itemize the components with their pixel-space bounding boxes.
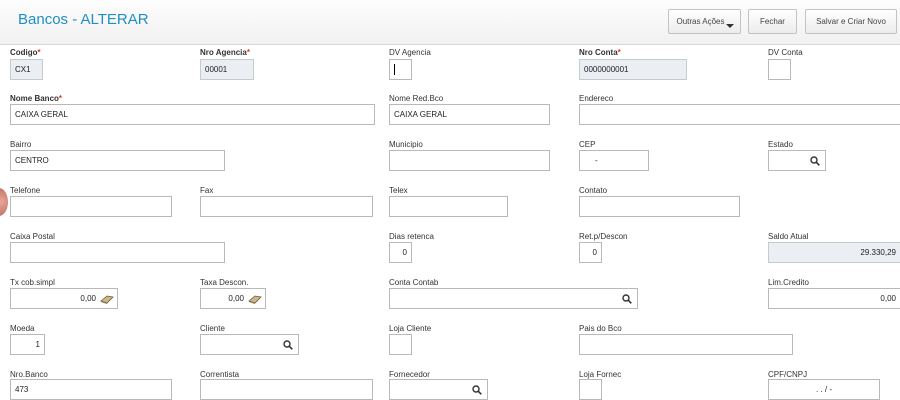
nro-banco-field[interactable]: 473	[10, 379, 172, 400]
contato-field[interactable]	[579, 196, 740, 217]
telex-field[interactable]	[389, 196, 508, 217]
page-title: Bancos - ALTERAR	[18, 11, 149, 28]
dv-conta-field[interactable]	[768, 59, 791, 80]
text-cursor	[394, 64, 395, 75]
fechar-label: Fechar	[760, 17, 785, 26]
cliente-field[interactable]	[200, 334, 299, 355]
outras-acoes-label: Outras Ações	[676, 17, 725, 26]
nro-agencia-label: Nro Agencia*	[200, 48, 250, 57]
tx-cob-simpl-label: Tx cob.simpl	[10, 278, 55, 287]
nro-conta-label: Nro Conta*	[579, 48, 621, 57]
municipio-field[interactable]	[389, 150, 550, 171]
caixa-postal-field[interactable]	[10, 242, 225, 263]
pais-do-bco-field[interactable]	[579, 334, 793, 355]
loja-fornec-label: Loja Fornec	[579, 370, 622, 379]
bairro-label: Bairro	[10, 140, 32, 149]
estado-label: Estado	[768, 140, 793, 149]
outras-acoes-button[interactable]: Outras Ações	[668, 9, 741, 34]
codigo-field[interactable]: CX1	[10, 59, 43, 80]
telefone-label: Telefone	[10, 186, 41, 195]
endereco-field[interactable]	[579, 104, 900, 125]
taxa-descon-field[interactable]: 0,00	[200, 288, 266, 309]
municipio-label: Municipio	[389, 140, 423, 149]
nome-red-bco-field[interactable]: CAIXA GERAL	[389, 104, 550, 125]
nro-banco-label: Nro.Banco	[10, 370, 48, 379]
dv-agencia-label: DV Agencia	[389, 48, 431, 57]
salvar-criar-novo-button[interactable]: Salvar e Criar Novo	[805, 9, 897, 34]
ret-p-descon-label: Ret.p/Descon	[579, 232, 628, 241]
estado-field[interactable]	[768, 150, 826, 171]
dv-agencia-field[interactable]	[389, 59, 412, 80]
moeda-label: Moeda	[10, 324, 35, 333]
cpf-cnpj-field[interactable]: . . / -	[768, 379, 880, 400]
endereco-label: Endereco	[579, 94, 614, 103]
loja-fornec-field[interactable]	[579, 379, 602, 400]
telex-label: Telex	[389, 186, 408, 195]
fornecedor-field[interactable]	[389, 379, 488, 400]
bairro-field[interactable]: CENTRO	[10, 150, 225, 171]
fechar-button[interactable]: Fechar	[748, 9, 797, 34]
search-icon[interactable]	[810, 156, 820, 166]
nome-banco-label: Nome Banco*	[10, 94, 63, 103]
calculator-icon[interactable]	[100, 294, 114, 304]
cliente-label: Cliente	[200, 324, 225, 333]
salvar-criar-novo-label: Salvar e Criar Novo	[816, 17, 886, 26]
codigo-label: Codigo*	[10, 48, 41, 57]
search-icon[interactable]	[472, 385, 482, 395]
correntista-label: Correntista	[200, 370, 240, 379]
caixa-postal-label: Caixa Postal	[10, 232, 55, 241]
search-icon[interactable]	[283, 340, 293, 350]
tx-cob-simpl-field[interactable]: 0,00	[10, 288, 118, 309]
ret-p-descon-field[interactable]: 0	[579, 242, 602, 263]
contato-label: Contato	[579, 186, 608, 195]
chevron-down-icon	[726, 24, 734, 28]
loja-cliente-field[interactable]	[389, 334, 412, 355]
side-decoration	[0, 188, 8, 216]
search-icon[interactable]	[622, 294, 632, 304]
pais-do-bco-label: Pais do Bco	[579, 324, 622, 333]
loja-cliente-label: Loja Cliente	[389, 324, 432, 333]
cep-field[interactable]: -	[579, 150, 649, 171]
calculator-icon[interactable]	[248, 294, 262, 304]
nome-banco-field[interactable]: CAIXA GERAL	[10, 104, 375, 125]
fax-label: Fax	[200, 186, 214, 195]
lim-credito-field[interactable]: 0,00	[768, 288, 900, 309]
nro-agencia-field[interactable]: 00001	[200, 59, 254, 80]
saldo-atual-field[interactable]: 29.330,29	[768, 242, 900, 263]
cpf-cnpj-label: CPF/CNPJ	[768, 370, 808, 379]
fornecedor-label: Fornecedor	[389, 370, 430, 379]
saldo-atual-label: Saldo Atual	[768, 232, 809, 241]
dias-retenca-field[interactable]: 0	[389, 242, 412, 263]
nome-red-bco-label: Nome Red.Bco	[389, 94, 444, 103]
cep-label: CEP	[579, 140, 596, 149]
lim-credito-label: Lim.Credito	[768, 278, 809, 287]
correntista-field[interactable]	[200, 379, 373, 400]
taxa-descon-label: Taxa Descon.	[200, 278, 249, 287]
moeda-field[interactable]: 1	[10, 334, 45, 355]
conta-contab-field[interactable]	[389, 288, 638, 309]
conta-contab-label: Conta Contab	[389, 278, 439, 287]
fax-field[interactable]	[200, 196, 373, 217]
dv-conta-label: DV Conta	[768, 48, 803, 57]
dias-retenca-label: Dias retenca	[389, 232, 434, 241]
nro-conta-field[interactable]: 0000000001	[579, 59, 687, 80]
page-header: Bancos - ALTERAR Outras Ações Fechar Sal…	[0, 0, 900, 45]
telefone-field[interactable]	[10, 196, 172, 217]
